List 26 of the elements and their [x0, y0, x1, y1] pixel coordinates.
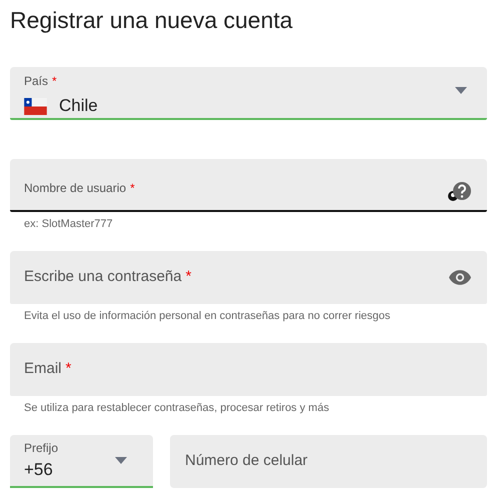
input-field[interactable]: Email * [10, 343, 487, 396]
helper-text: Evita el uso de información personal en contraseñas para no correr riesgos [23, 309, 392, 323]
input-field[interactable]: Escribe una contraseña * [10, 251, 487, 304]
field-placeholder: Número de celular [185, 451, 308, 472]
prefix-select[interactable]: Prefijo +56 [10, 435, 153, 488]
field-label: Prefijo [24, 440, 60, 455]
required-mark: * [186, 267, 192, 288]
caret-icon [115, 457, 127, 464]
field-placeholder: Escribe una contraseña [24, 267, 182, 288]
field-placeholder: Email [24, 359, 62, 380]
caret-icon [455, 87, 467, 94]
helper-text: Se utiliza para restablecer contraseñas, procesar retiros y más [23, 401, 330, 415]
page-title: Registrar una nueva cuenta [10, 6, 294, 34]
eye-icon[interactable] [449, 270, 471, 285]
required-mark: * [52, 73, 57, 90]
input-field[interactable]: Nombre de usuario * [10, 159, 487, 212]
input-field[interactable]: Número de celular [170, 435, 487, 488]
field-value: +56 [24, 458, 54, 481]
helper-text: ex: SlotMaster777 [23, 217, 114, 231]
help-icon[interactable] [447, 180, 473, 202]
required-mark: * [130, 180, 135, 196]
input-field[interactable]: País * Chile [10, 67, 487, 120]
field-label: País [24, 74, 48, 88]
required-mark: * [66, 359, 72, 380]
field-label: Nombre de usuario [24, 180, 126, 194]
field-value: Chile [59, 95, 98, 118]
